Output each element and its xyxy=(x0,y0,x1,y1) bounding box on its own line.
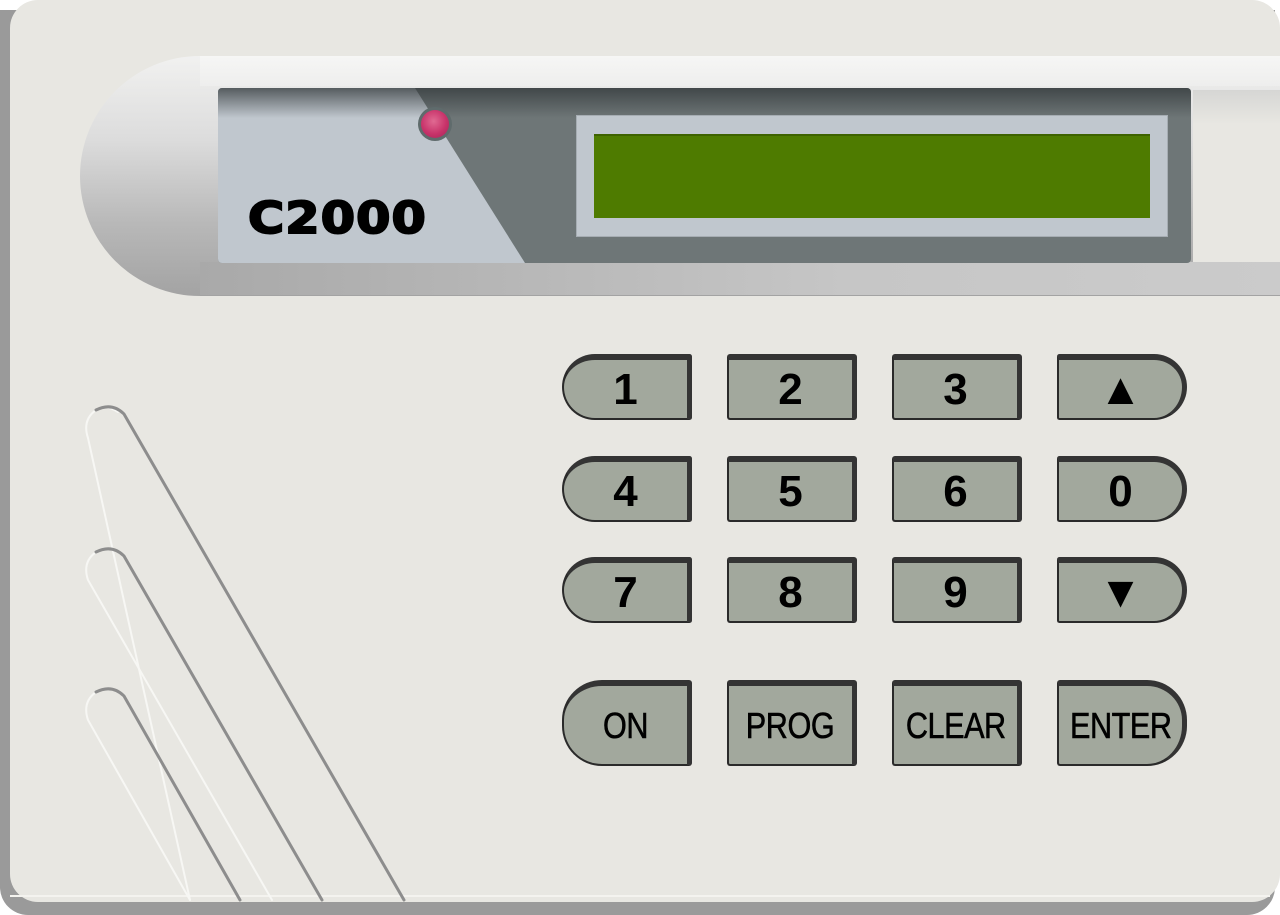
key-label: 9 xyxy=(943,568,968,617)
key-label: 4 xyxy=(613,467,638,516)
key-label: 1 xyxy=(613,365,638,414)
vent-groove-3 xyxy=(85,687,242,902)
key-3[interactable]: 3 xyxy=(892,354,1022,420)
key-label: 2 xyxy=(778,365,803,414)
key-7[interactable]: 7 xyxy=(562,557,692,623)
led-light xyxy=(421,110,449,138)
key-2[interactable]: 2 xyxy=(727,354,857,420)
prog-button[interactable]: PROG xyxy=(727,680,857,766)
band-right-recess xyxy=(1193,90,1280,262)
key-label: ENTER xyxy=(1069,705,1172,746)
clear-button[interactable]: CLEAR xyxy=(892,680,1022,766)
key-8[interactable]: 8 xyxy=(727,557,857,623)
enter-button[interactable]: ENTER xyxy=(1057,680,1187,766)
status-led xyxy=(418,107,452,141)
band-top-highlight xyxy=(200,56,1280,86)
key-label: 8 xyxy=(778,568,803,617)
key-down[interactable]: ▼ xyxy=(1057,557,1187,623)
key-label: 5 xyxy=(778,467,803,516)
arrow-down-icon: ▼ xyxy=(1098,568,1143,617)
key-5[interactable]: 5 xyxy=(727,456,857,522)
vent-groove-1 xyxy=(85,405,406,902)
key-0[interactable]: 0 xyxy=(1057,456,1187,522)
model-label: C2000 xyxy=(247,192,427,245)
key-label: PROG xyxy=(746,705,835,746)
key-label: 6 xyxy=(943,467,968,516)
arrow-up-icon: ▲ xyxy=(1098,365,1143,414)
key-1[interactable]: 1 xyxy=(562,354,692,420)
key-label: 0 xyxy=(1108,467,1133,516)
key-label: 7 xyxy=(613,568,638,617)
key-label: ON xyxy=(602,705,649,746)
band-bottom-shadow xyxy=(200,262,1280,295)
key-up[interactable]: ▲ xyxy=(1057,354,1187,420)
key-4[interactable]: 4 xyxy=(562,456,692,522)
key-label: 3 xyxy=(943,365,968,414)
on-button[interactable]: ON xyxy=(562,680,692,766)
key-9[interactable]: 9 xyxy=(892,557,1022,623)
key-label: CLEAR xyxy=(905,705,1006,746)
vent-groove-2 xyxy=(85,547,324,902)
key-6[interactable]: 6 xyxy=(892,456,1022,522)
lcd-screen xyxy=(594,134,1150,218)
